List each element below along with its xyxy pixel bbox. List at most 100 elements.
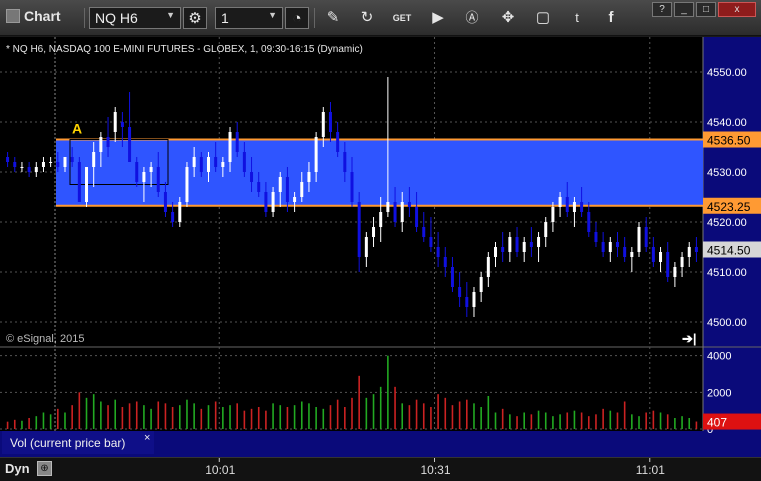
price-bar-body (242, 152, 246, 172)
price-bar-body (580, 202, 584, 212)
price-bar-body (85, 167, 89, 202)
price-tick-label: 4510.00 (707, 267, 747, 279)
price-bar-body (264, 192, 268, 212)
play-icon[interactable]: ▶ (426, 7, 450, 29)
price-bar-body (379, 212, 383, 227)
minimize-button[interactable]: _ (674, 2, 694, 17)
price-tick-label: 4500.00 (707, 317, 747, 329)
price-bar-body (637, 227, 641, 252)
price-bar-body (687, 247, 691, 257)
toolbar-separator (84, 8, 85, 28)
price-bar-body (529, 242, 533, 247)
volume-tick-label: 4000 (707, 351, 731, 363)
price-bar-body (257, 182, 261, 192)
time-axis: 10:01 10:31 11:01 (205, 458, 665, 477)
price-bar-body (472, 292, 476, 307)
price-bar-body (49, 162, 53, 163)
interval-combobox[interactable]: 1 ▼ (215, 7, 283, 29)
close-button[interactable]: x (718, 2, 756, 17)
toolbar: Chart NQ H6 ▼ ⚙ 1 ▼ ◔ ✎ ↻ GET ▶ Ⓐ ✥ ▢ t f … (0, 0, 761, 36)
price-bar-body (156, 167, 160, 192)
price-bar-body (106, 137, 110, 147)
price-bar-body (70, 157, 74, 162)
annotation-label[interactable]: A (72, 121, 82, 137)
close-icon[interactable]: × (144, 432, 150, 444)
price-bar-body (572, 202, 576, 212)
price-bar-body (601, 242, 605, 252)
price-bar-body (608, 242, 612, 252)
price-bar-body (77, 162, 81, 202)
price-bar-body (271, 192, 275, 212)
refresh-icon[interactable]: ↻ (355, 7, 379, 29)
chart-window-icon (6, 9, 20, 23)
current-volume-flag: 407 (707, 416, 727, 430)
range-band[interactable] (56, 139, 703, 206)
price-bar-body (307, 172, 311, 182)
price-bar-body (13, 162, 17, 167)
price-bar-body (142, 172, 146, 182)
price-bar-body (34, 167, 38, 172)
app-title-text: Chart (24, 8, 61, 24)
tools-icon[interactable]: ✥ (496, 7, 520, 29)
price-bar-body (27, 167, 31, 172)
chart-area[interactable]: A 4550.00 4540.00 4530.00 4520.00 4510.00 450… (0, 37, 761, 457)
price-bar-body (20, 167, 24, 168)
chat-icon[interactable]: ▢ (531, 7, 555, 29)
price-bar-body (357, 202, 361, 257)
price-bar-body (443, 257, 447, 267)
clock-icon[interactable]: ◔ (285, 7, 309, 29)
price-bar-body (228, 132, 232, 162)
link-icon[interactable]: ⚙ (183, 7, 207, 29)
scroll-end-icon[interactable]: ➔| (682, 331, 697, 346)
price-bar-body (41, 162, 45, 167)
price-bar-body (328, 112, 332, 132)
chevron-down-icon[interactable]: ▼ (166, 10, 175, 20)
price-bar-body (99, 137, 103, 152)
price-bar-body (429, 237, 433, 247)
range-high-flag: 4536.50 (707, 134, 751, 148)
price-bar-body (422, 227, 426, 237)
chart-canvas[interactable]: A 4550.00 4540.00 4530.00 4520.00 4510.00 450… (0, 37, 761, 457)
price-bar-body (285, 177, 289, 202)
price-bar-body (221, 162, 225, 167)
price-bar-body (544, 222, 548, 237)
help-button[interactable]: ? (652, 2, 672, 17)
price-bar-body (407, 202, 411, 207)
price-bar-body (92, 152, 96, 167)
time-tick-label: 10:31 (421, 463, 451, 477)
price-bar-body (415, 207, 419, 227)
a-circle-icon[interactable]: Ⓐ (460, 7, 484, 29)
price-bar-body (336, 132, 340, 152)
time-tick-label: 10:01 (205, 463, 235, 477)
price-bar-body (465, 297, 469, 307)
price-bar-body (300, 182, 304, 197)
price-bar-body (214, 157, 218, 167)
price-bar-body (135, 162, 139, 182)
pencil-icon[interactable]: ✎ (321, 7, 345, 29)
price-bar-body (587, 212, 591, 232)
price-bar-body (515, 237, 519, 252)
price-tick-label: 4550.00 (707, 67, 747, 79)
price-bar-body (113, 112, 117, 132)
chevron-down-icon[interactable]: ▼ (268, 10, 277, 20)
price-bar-body (63, 157, 67, 167)
price-bar-body (486, 257, 490, 277)
price-bar-body (185, 167, 189, 202)
twitter-icon[interactable]: t (565, 7, 589, 29)
price-bar-body (56, 162, 60, 167)
price-bar-body (630, 252, 634, 257)
price-tick-label: 4520.00 (707, 217, 747, 229)
price-bar-body (350, 172, 354, 202)
get-icon[interactable]: GET (390, 7, 414, 29)
price-bar-body (314, 137, 318, 172)
symbol-combobox[interactable]: NQ H6 ▼ (89, 7, 181, 29)
price-bar-body (522, 242, 526, 252)
facebook-icon[interactable]: f (599, 7, 623, 29)
price-bar-body (651, 247, 655, 262)
price-bar-body (250, 172, 254, 182)
price-bar-body (694, 247, 698, 252)
maximize-button[interactable]: □ (696, 2, 716, 17)
price-bar-body (149, 167, 153, 172)
price-bar-body (293, 197, 297, 202)
price-bar-body (594, 232, 598, 242)
